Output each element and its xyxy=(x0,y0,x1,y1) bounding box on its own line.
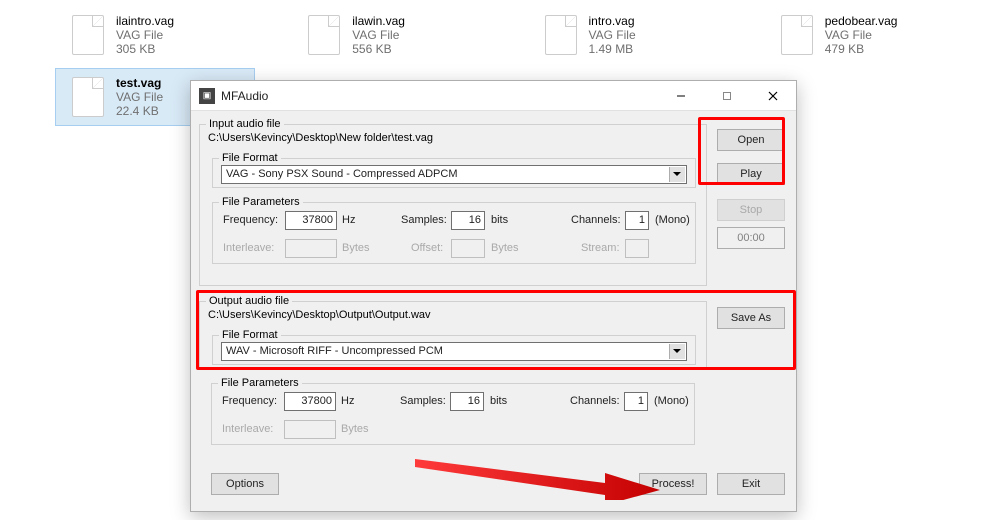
mfaudio-window: ▣ MFAudio Input audio file C:\Users\Kevi… xyxy=(190,80,797,512)
file-icon xyxy=(72,77,104,117)
output-format-combo[interactable]: WAV - Microsoft RIFF - Uncompressed PCM xyxy=(221,342,687,361)
file-name: ilawin.vag xyxy=(352,14,405,28)
time-display: 00:00 xyxy=(717,227,785,249)
input-legend: Input audio file xyxy=(206,118,284,130)
file-name: ilaintro.vag xyxy=(116,14,174,28)
file-name: intro.vag xyxy=(589,14,636,28)
file-item[interactable]: intro.vag VAG File 1.49 MB xyxy=(528,6,764,64)
chevron-down-icon xyxy=(673,349,681,353)
output-interleave-field xyxy=(284,420,336,439)
freq-unit: Hz xyxy=(342,214,355,226)
file-type: VAG File xyxy=(116,90,163,104)
interleave-label: Interleave: xyxy=(222,423,273,435)
output-legend: Output audio file xyxy=(206,295,292,307)
input-stream-field xyxy=(625,239,649,258)
file-size: 1.49 MB xyxy=(589,42,636,56)
input-file-format-group: File Format VAG - Sony PSX Sound - Compr… xyxy=(212,152,696,188)
offset-label: Offset: xyxy=(411,242,443,254)
file-icon xyxy=(781,15,813,55)
input-freq-field[interactable]: 37800 xyxy=(285,211,337,230)
stop-button: Stop xyxy=(717,199,785,221)
file-type: VAG File xyxy=(116,28,174,42)
input-params-legend: File Parameters xyxy=(219,196,303,208)
exit-button[interactable]: Exit xyxy=(717,473,785,495)
output-params-legend: File Parameters xyxy=(218,377,302,389)
file-type: VAG File xyxy=(589,28,636,42)
channels-unit: (Mono) xyxy=(654,395,689,407)
chevron-down-icon xyxy=(673,172,681,176)
file-item[interactable]: ilaintro.vag VAG File 305 KB xyxy=(55,6,291,64)
app-icon: ▣ xyxy=(199,88,215,104)
file-size: 556 KB xyxy=(352,42,405,56)
output-samples-field[interactable]: 16 xyxy=(450,392,484,411)
input-interleave-field xyxy=(285,239,337,258)
freq-unit: Hz xyxy=(341,395,354,407)
output-format-value: WAV - Microsoft RIFF - Uncompressed PCM xyxy=(226,345,443,357)
process-button[interactable]: Process! xyxy=(639,473,707,495)
channels-unit: (Mono) xyxy=(655,214,690,226)
file-item[interactable]: ilawin.vag VAG File 556 KB xyxy=(291,6,527,64)
file-size: 305 KB xyxy=(116,42,174,56)
interleave-unit: Bytes xyxy=(342,242,370,254)
close-button[interactable] xyxy=(750,81,796,111)
output-path: C:\Users\Kevincy\Desktop\Output\Output.w… xyxy=(208,309,694,321)
input-format-value: VAG - Sony PSX Sound - Compressed ADPCM xyxy=(226,168,458,180)
file-type: VAG File xyxy=(352,28,405,42)
channels-label: Channels: xyxy=(570,395,620,407)
output-params-group: File Parameters Frequency: 37800 Hz Samp… xyxy=(211,377,695,445)
save-as-button[interactable]: Save As xyxy=(717,307,785,329)
file-size: 22.4 KB xyxy=(116,104,163,118)
options-button[interactable]: Options xyxy=(211,473,279,495)
file-name: pedobear.vag xyxy=(825,14,898,28)
samples-unit: bits xyxy=(491,214,508,226)
input-audio-group: Input audio file C:\Users\Kevincy\Deskto… xyxy=(199,118,707,286)
samples-label: Samples: xyxy=(400,395,446,407)
maximize-icon xyxy=(722,91,732,101)
file-icon xyxy=(308,15,340,55)
file-icon xyxy=(72,15,104,55)
input-fileformat-legend: File Format xyxy=(219,152,281,164)
freq-label: Frequency: xyxy=(223,214,278,226)
offset-unit: Bytes xyxy=(491,242,519,254)
file-size: 479 KB xyxy=(825,42,898,56)
channels-label: Channels: xyxy=(571,214,621,226)
output-fileformat-legend: File Format xyxy=(219,329,281,341)
output-audio-group: Output audio file C:\Users\Kevincy\Deskt… xyxy=(199,295,707,369)
output-channels-field[interactable]: 1 xyxy=(624,392,648,411)
input-format-combo[interactable]: VAG - Sony PSX Sound - Compressed ADPCM xyxy=(221,165,687,184)
stream-label: Stream: xyxy=(581,242,620,254)
open-button[interactable]: Open xyxy=(717,129,785,151)
interleave-label: Interleave: xyxy=(223,242,274,254)
freq-label: Frequency: xyxy=(222,395,277,407)
samples-unit: bits xyxy=(490,395,507,407)
file-type: VAG File xyxy=(825,28,898,42)
minimize-button[interactable] xyxy=(658,81,704,111)
output-freq-field[interactable]: 37800 xyxy=(284,392,336,411)
file-name: test.vag xyxy=(116,76,163,90)
maximize-button[interactable] xyxy=(704,81,750,111)
titlebar[interactable]: ▣ MFAudio xyxy=(191,81,796,111)
file-item[interactable]: pedobear.vag VAG File 479 KB xyxy=(764,6,1000,64)
play-button[interactable]: Play xyxy=(717,163,785,185)
close-icon xyxy=(768,91,778,101)
input-samples-field[interactable]: 16 xyxy=(451,211,485,230)
minimize-icon xyxy=(676,91,686,101)
input-path: C:\Users\Kevincy\Desktop\New folder\test… xyxy=(208,132,694,144)
input-offset-field xyxy=(451,239,485,258)
output-file-format-group: File Format WAV - Microsoft RIFF - Uncom… xyxy=(212,329,696,365)
input-channels-field[interactable]: 1 xyxy=(625,211,649,230)
file-icon xyxy=(545,15,577,55)
samples-label: Samples: xyxy=(401,214,447,226)
input-params-group: File Parameters Frequency: 37800 Hz Samp… xyxy=(212,196,696,264)
interleave-unit: Bytes xyxy=(341,423,369,435)
window-title: MFAudio xyxy=(221,89,658,103)
